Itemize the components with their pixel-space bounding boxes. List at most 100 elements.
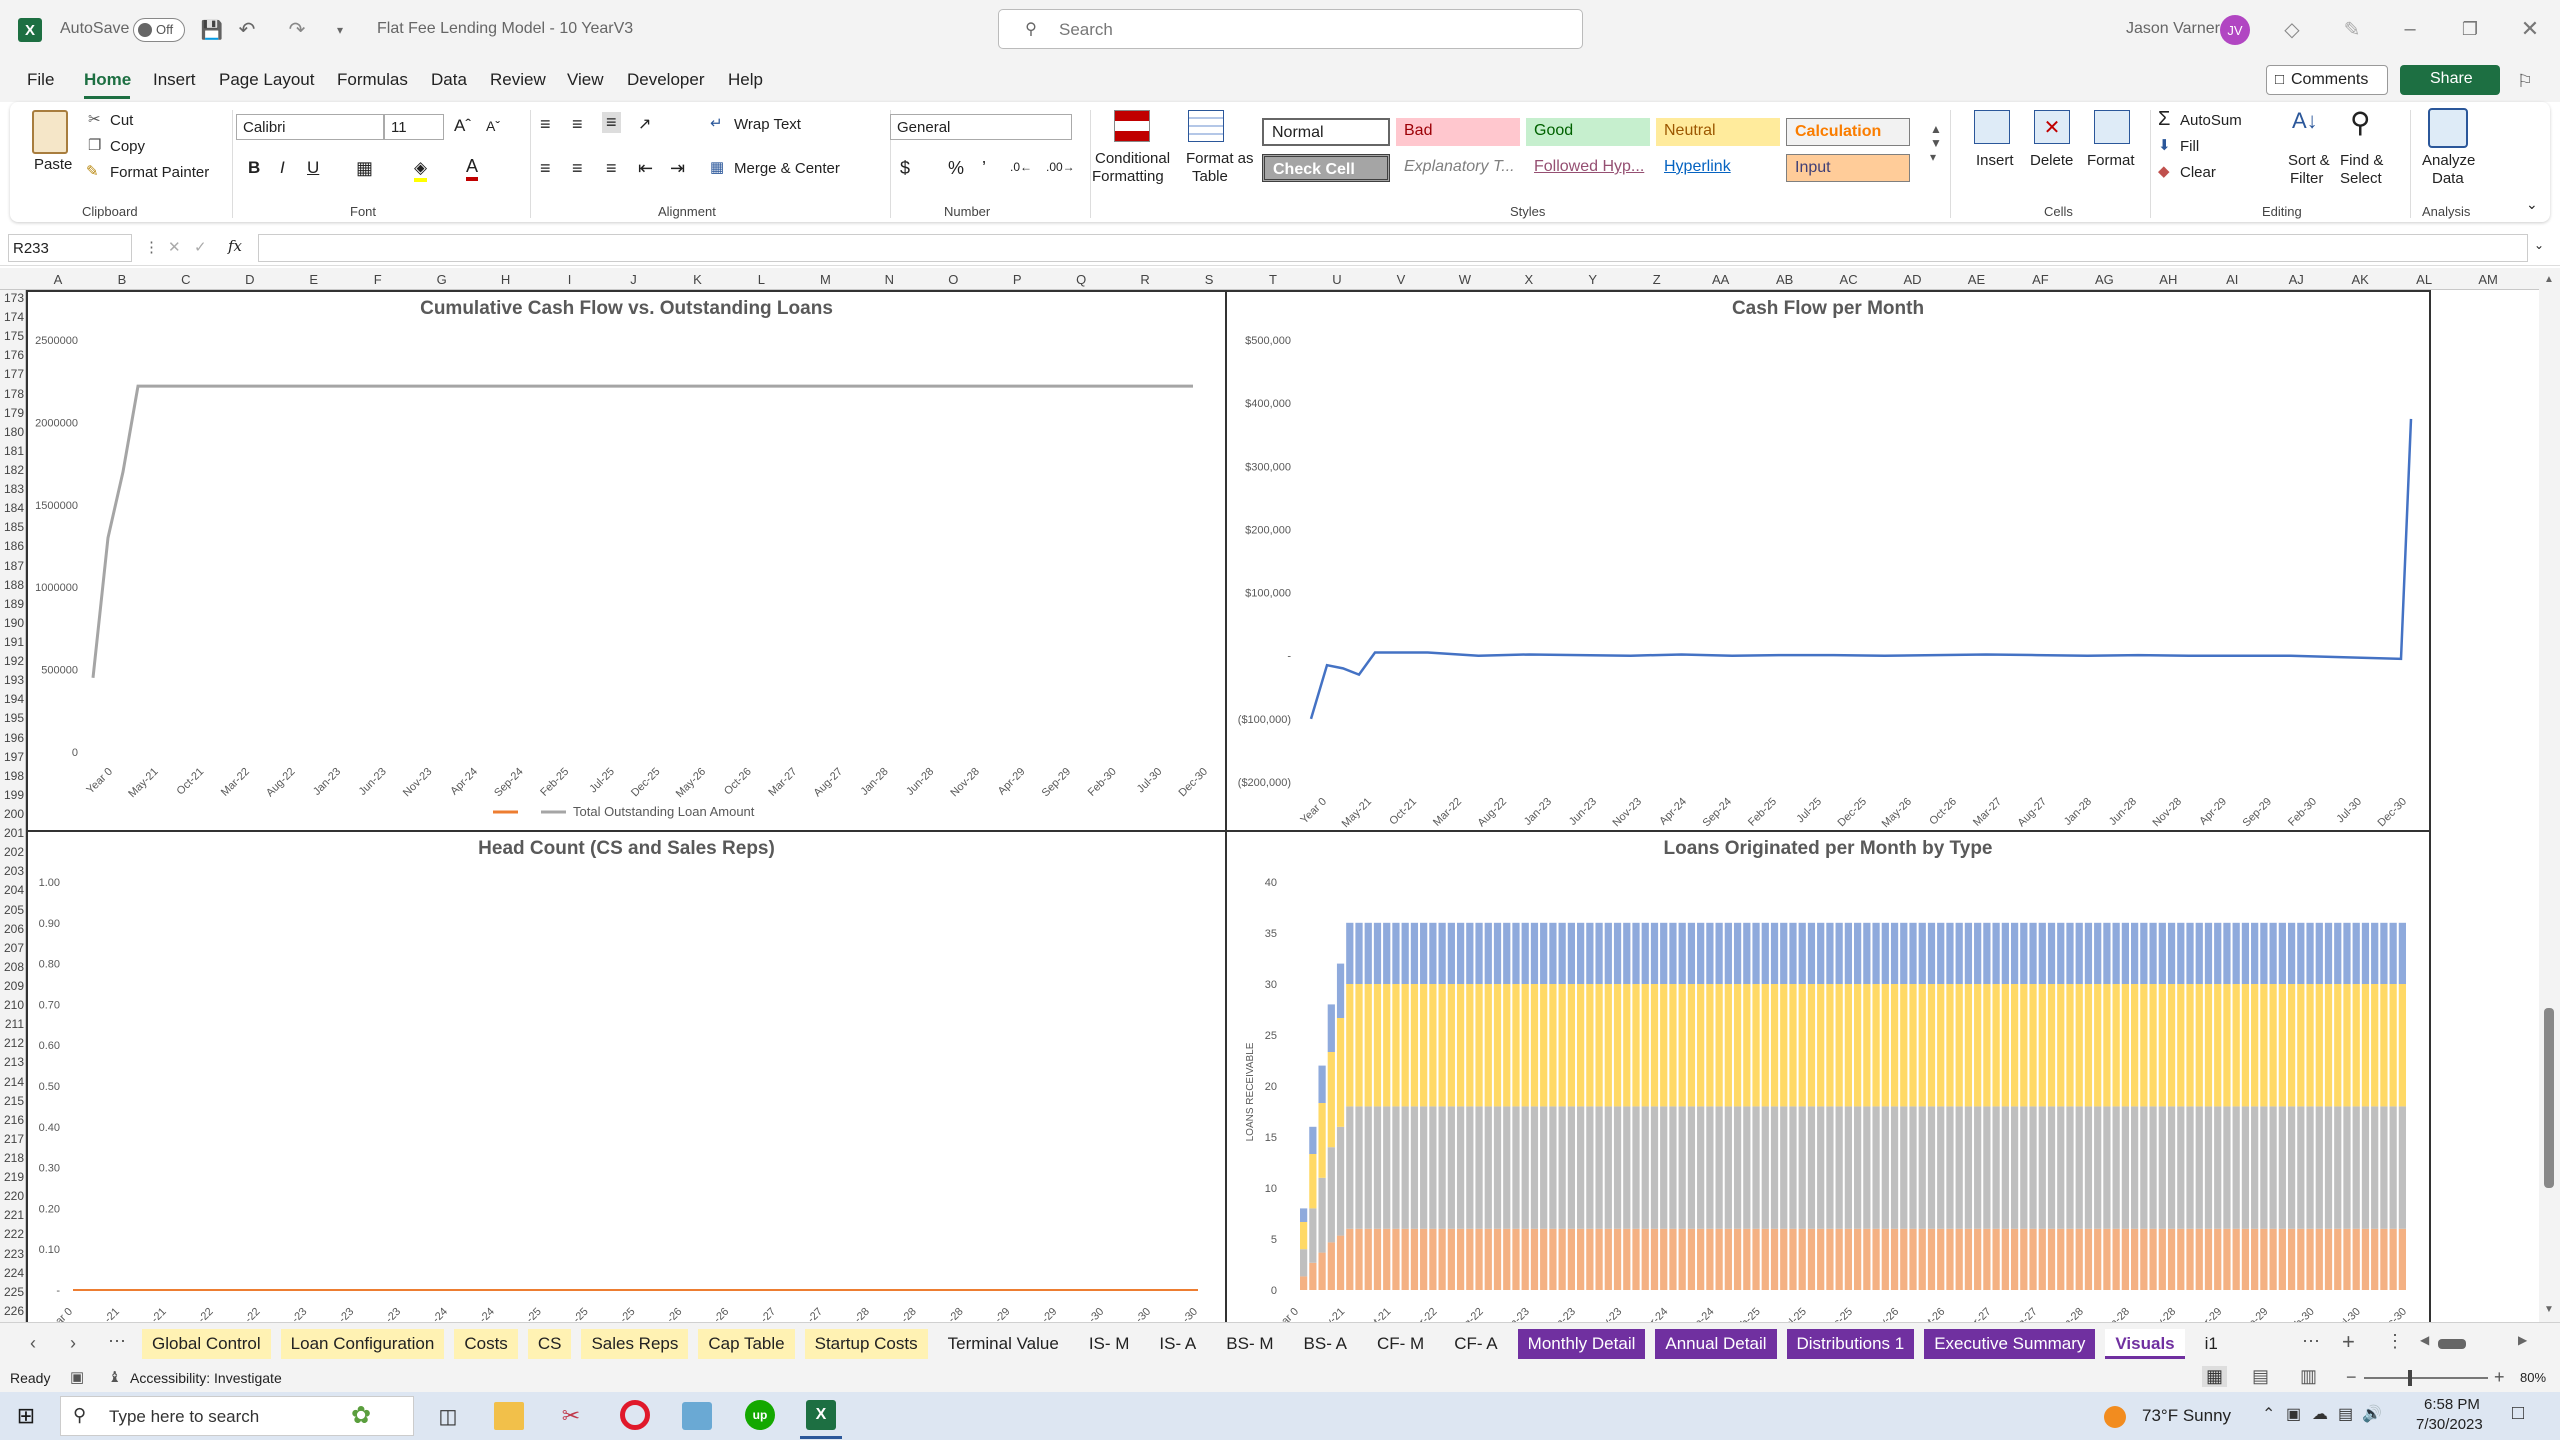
- sheet-tab[interactable]: i1: [2195, 1329, 2228, 1359]
- sheet-tab[interactable]: CS: [527, 1329, 572, 1359]
- style-calculation[interactable]: Calculation: [1786, 118, 1910, 146]
- font-size-select[interactable]: 11: [384, 114, 444, 140]
- sheet-tab[interactable]: IS- M: [1079, 1329, 1140, 1359]
- row-header[interactable]: 195: [0, 711, 24, 725]
- scroll-right-icon[interactable]: ▶: [2518, 1333, 2527, 1347]
- insert-cells-icon[interactable]: [1974, 110, 2010, 144]
- row-header[interactable]: 201: [0, 826, 24, 840]
- row-header[interactable]: 207: [0, 941, 24, 955]
- style-bad[interactable]: Bad: [1396, 118, 1520, 146]
- row-header[interactable]: 193: [0, 673, 24, 687]
- document-title[interactable]: Flat Fee Lending Model - 10 YearV3: [377, 20, 633, 38]
- increase-decimal-icon[interactable]: .0←: [1010, 160, 1032, 174]
- column-header[interactable]: AE: [1966, 272, 1986, 287]
- search-box[interactable]: ⚲ Search: [998, 9, 1583, 49]
- copy-button[interactable]: Copy: [110, 138, 145, 155]
- avatar[interactable]: JV: [2220, 15, 2250, 45]
- comma-icon[interactable]: ’: [982, 158, 986, 179]
- macro-record-icon[interactable]: ▣: [70, 1368, 84, 1386]
- onedrive-icon[interactable]: ☁: [2312, 1404, 2328, 1424]
- zoom-out-icon[interactable]: −: [2346, 1367, 2357, 1388]
- more-icon[interactable]: ⋮: [144, 238, 159, 256]
- column-header[interactable]: Y: [1583, 272, 1603, 287]
- sheet-tab[interactable]: Terminal Value: [938, 1329, 1069, 1359]
- menu-review[interactable]: Review: [490, 70, 546, 90]
- analyze-data-label[interactable]: Analyze: [2422, 152, 2475, 169]
- currency-icon[interactable]: $: [900, 158, 910, 179]
- row-header[interactable]: 190: [0, 616, 24, 630]
- number-format-select[interactable]: General: [890, 114, 1072, 140]
- menu-file[interactable]: File: [27, 70, 54, 90]
- row-header[interactable]: 202: [0, 845, 24, 859]
- fill-color-icon[interactable]: ◈: [414, 158, 428, 182]
- options-icon[interactable]: ⋮: [2386, 1331, 2404, 1352]
- sheet-tab[interactable]: Visuals: [2105, 1329, 2185, 1359]
- align-middle-icon[interactable]: ≡: [572, 114, 583, 135]
- delete-cells-button[interactable]: Delete: [2030, 152, 2073, 169]
- increase-indent-icon[interactable]: ⇥: [670, 158, 685, 179]
- opera-icon[interactable]: [620, 1400, 650, 1430]
- row-header[interactable]: 225: [0, 1285, 24, 1299]
- paste-button[interactable]: Paste: [34, 156, 72, 173]
- find-select-label[interactable]: Find &: [2340, 152, 2383, 169]
- row-header[interactable]: 197: [0, 750, 24, 764]
- copy-icon[interactable]: ❐: [88, 136, 101, 154]
- row-header[interactable]: 178: [0, 387, 24, 401]
- increase-font-icon[interactable]: Aˆ: [454, 116, 471, 136]
- style-normal[interactable]: Normal: [1262, 118, 1390, 146]
- column-header[interactable]: R: [1135, 272, 1155, 287]
- wrap-text-button[interactable]: Wrap Text: [734, 116, 801, 133]
- scroll-thumb[interactable]: [2544, 1008, 2554, 1188]
- zoom-in-icon[interactable]: +: [2494, 1367, 2505, 1388]
- tab-prev-icon[interactable]: ‹: [30, 1333, 36, 1354]
- column-header[interactable]: AJ: [2286, 272, 2306, 287]
- sheet-tab[interactable]: Startup Costs: [804, 1329, 928, 1359]
- align-center-icon[interactable]: ≡: [572, 158, 583, 179]
- customize-toolbar-icon[interactable]: ▾: [332, 18, 348, 42]
- bold-button[interactable]: B: [248, 158, 260, 178]
- row-header[interactable]: 223: [0, 1247, 24, 1261]
- font-name-select[interactable]: Calibri: [236, 114, 384, 140]
- format-painter-button[interactable]: Format Painter: [110, 164, 209, 181]
- style-followed-hyperlink[interactable]: Followed Hyp...: [1526, 154, 1650, 182]
- restore-icon[interactable]: ❐: [2455, 16, 2485, 42]
- chart-cumulative-cash-flow[interactable]: Cumulative Cash Flow vs. Outstanding Loa…: [26, 290, 1227, 832]
- comments-button[interactable]: □ Comments: [2266, 65, 2388, 95]
- add-sheet-icon[interactable]: +: [2342, 1329, 2355, 1355]
- merge-center-button[interactable]: Merge & Center: [734, 160, 840, 177]
- upwork-icon[interactable]: up: [745, 1400, 775, 1430]
- cancel-icon[interactable]: ✕: [168, 238, 181, 256]
- borders-icon[interactable]: ▦: [356, 158, 373, 179]
- column-header[interactable]: L: [751, 272, 771, 287]
- column-header[interactable]: T: [1263, 272, 1283, 287]
- column-header[interactable]: M: [815, 272, 835, 287]
- menu-data[interactable]: Data: [431, 70, 467, 90]
- function-icon[interactable]: fx: [228, 237, 242, 255]
- tray-app-icon[interactable]: ▣: [2286, 1404, 2301, 1424]
- align-top-icon[interactable]: ≡: [540, 114, 551, 135]
- decrease-font-icon[interactable]: Aˇ: [486, 118, 500, 134]
- tab-more-icon[interactable]: ⋯: [108, 1331, 126, 1352]
- row-header[interactable]: 181: [0, 444, 24, 458]
- percent-icon[interactable]: %: [948, 158, 964, 179]
- row-header[interactable]: 173: [0, 291, 24, 305]
- sheet-tab[interactable]: Global Control: [142, 1329, 271, 1359]
- zoom-level[interactable]: 80%: [2520, 1370, 2546, 1385]
- column-header[interactable]: J: [624, 272, 644, 287]
- horizontal-scrollbar[interactable]: ◀ ▶: [2420, 1333, 2530, 1353]
- collapse-ribbon-icon[interactable]: ⌄: [2526, 196, 2538, 213]
- status-accessibility[interactable]: Accessibility: Investigate: [130, 1370, 282, 1386]
- snip-icon[interactable]: ✂: [556, 1402, 586, 1430]
- sheet-tab[interactable]: CF- M: [1367, 1329, 1434, 1359]
- sheet-tab[interactable]: Cap Table: [698, 1329, 795, 1359]
- column-header[interactable]: AA: [1711, 272, 1731, 287]
- column-header[interactable]: G: [432, 272, 452, 287]
- sheet-tab[interactable]: Monthly Detail: [1517, 1329, 1646, 1359]
- column-header[interactable]: V: [1391, 272, 1411, 287]
- task-view-icon[interactable]: ◫: [434, 1402, 462, 1430]
- column-header[interactable]: S: [1199, 272, 1219, 287]
- column-header[interactable]: AM: [2478, 272, 2498, 287]
- align-right-icon[interactable]: ≡: [606, 158, 617, 179]
- style-good[interactable]: Good: [1526, 118, 1650, 146]
- menu-view[interactable]: View: [567, 70, 604, 90]
